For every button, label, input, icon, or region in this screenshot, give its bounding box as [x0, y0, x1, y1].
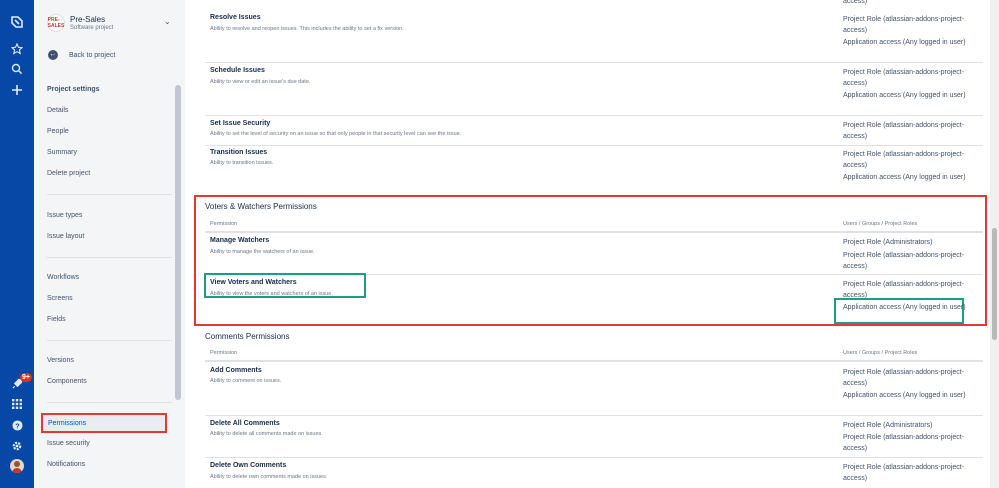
arrow-left-icon: ←: [48, 50, 58, 60]
grant-role-addons: Project Role (atlassian-addons-project-a…: [843, 434, 964, 452]
sidebar-item-components[interactable]: Components: [47, 378, 87, 385]
svg-text:?: ?: [15, 421, 20, 430]
help-icon[interactable]: ?: [8, 416, 26, 434]
back-label: Back to project: [69, 51, 116, 59]
sidebar-item-summary[interactable]: Summary: [47, 149, 77, 156]
back-to-project-link[interactable]: ← Back to project: [48, 50, 115, 60]
permission-name: Transition Issues: [210, 149, 268, 156]
search-icon[interactable]: [8, 60, 26, 78]
permission-description: Ability to delete own comments made on i…: [210, 474, 328, 480]
sidebar-item-issue-layout[interactable]: Issue layout: [47, 233, 84, 240]
column-header-permission: Permission: [210, 221, 238, 227]
page-scrollbar[interactable]: [990, 0, 999, 488]
grant-app-access: Application access (Any logged in user): [843, 392, 966, 399]
column-header-users: Users / Groups / Project Roles: [843, 221, 918, 227]
project-logo: PRE-SALES: [47, 14, 65, 32]
grant-app-access: Application access (Any logged in user): [843, 39, 966, 46]
sidebar-item-versions[interactable]: Versions: [47, 357, 74, 364]
grant-role-addons: Project Role (atlassian-addons-project-a…: [843, 252, 964, 270]
permission-description: Ability to comment on issues.: [210, 378, 282, 384]
permission-name: Add Comments: [210, 367, 262, 374]
section-title: Comments Permissions: [205, 332, 290, 341]
grant-role-admins: Project Role (Administrators): [843, 239, 933, 246]
sidebar-item-issue-types[interactable]: Issue types: [47, 212, 82, 219]
section-title: Voters & Watchers Permissions: [205, 202, 317, 211]
grant-app-access: Application access (Any logged in user): [843, 304, 966, 311]
permission-description: Ability to delete all comments made on i…: [210, 431, 323, 437]
sidebar-scrollbar[interactable]: [175, 85, 181, 400]
permission-description: Ability to transition issues.: [210, 160, 274, 166]
global-navigation: 9+ ?: [0, 0, 34, 488]
permission-name: Set Issue Security: [210, 120, 271, 127]
permission-name: Resolve Issues: [210, 14, 261, 21]
permission-name: Delete Own Comments: [210, 462, 287, 469]
chevron-down-icon[interactable]: ⌄: [164, 17, 171, 26]
create-icon[interactable]: [8, 81, 26, 99]
permission-name: Delete All Comments: [210, 420, 280, 427]
permission-name: Manage Watchers: [210, 237, 270, 244]
grant-role-addons: Project Role (atlassian-addons-project-a…: [843, 69, 964, 87]
permission-description: Ability to view or edit an issue's due d…: [210, 79, 311, 85]
column-header-permission: Permission: [210, 350, 238, 356]
project-type: Software project: [70, 25, 114, 31]
row-divider: [205, 145, 983, 146]
grant-app-access: Application access (Any logged in user): [843, 174, 966, 181]
project-sidebar: PRE-SALES Pre-Sales Software project ⌄ ←…: [34, 0, 185, 488]
row-divider: [205, 62, 983, 63]
sidebar-heading: Project settings: [47, 86, 100, 93]
sidebar-item-people[interactable]: People: [47, 128, 69, 135]
header-divider: [205, 231, 983, 233]
grant-app-access: Application access (Any logged in user): [843, 92, 966, 99]
sidebar-divider: [47, 194, 172, 195]
sidebar-item-permissions[interactable]: Permissions: [41, 413, 167, 433]
sidebar-item-screens[interactable]: Screens: [47, 295, 73, 302]
permission-name: View Voters and Watchers: [210, 279, 297, 286]
sidebar-divider: [47, 340, 172, 341]
grant-role-addons-cut: access): [843, 0, 868, 5]
sidebar-item-notifications[interactable]: Notifications: [47, 461, 85, 468]
grant-role-addons: Project Role (atlassian-addons-project-a…: [843, 122, 964, 140]
grant-role-addons: Project Role (atlassian-addons-project-a…: [843, 16, 964, 34]
sidebar-item-workflows[interactable]: Workflows: [47, 274, 79, 281]
jira-logo-icon[interactable]: [8, 13, 26, 31]
column-header-users: Users / Groups / Project Roles: [843, 350, 918, 356]
permission-description: Ability to resolve and reopen issues. Th…: [210, 26, 404, 32]
sidebar-divider: [47, 402, 172, 403]
sidebar-item-issue-security[interactable]: Issue security: [47, 440, 90, 447]
notification-badge: 9+: [20, 373, 32, 382]
row-divider: [205, 115, 983, 116]
sidebar-item-fields[interactable]: Fields: [47, 316, 66, 323]
grant-role-admins: Project Role (Administrators): [843, 422, 933, 429]
sidebar-divider: [47, 257, 172, 258]
grant-role-addons: Project Role (atlassian-addons-project-a…: [843, 464, 964, 482]
sidebar-item-delete-project[interactable]: Delete project: [47, 170, 90, 177]
project-name[interactable]: Pre-Sales: [70, 15, 105, 24]
row-divider: [205, 457, 983, 458]
permission-description: Ability to manage the watchers of an iss…: [210, 249, 315, 255]
permission-description: Ability to set the level of security on …: [210, 131, 462, 137]
sidebar-item-label: Permissions: [48, 420, 87, 427]
scrollbar-thumb[interactable]: [992, 228, 997, 340]
permission-name: Schedule Issues: [210, 67, 265, 74]
app-switcher-icon[interactable]: [8, 395, 26, 413]
header-divider: [205, 360, 983, 362]
star-icon[interactable]: [8, 40, 26, 58]
grant-role-addons: Project Role (atlassian-addons-project-a…: [843, 151, 964, 169]
user-avatar[interactable]: [10, 459, 24, 473]
row-divider: [205, 415, 983, 416]
permissions-content: access) Resolve Issues Ability to resolv…: [185, 0, 999, 488]
sidebar-item-details[interactable]: Details: [47, 107, 68, 114]
permission-description: Ability to view the voters and watchers …: [210, 291, 333, 297]
grant-role-addons: Project Role (atlassian-addons-project-a…: [843, 369, 964, 387]
settings-gear-icon[interactable]: [8, 437, 26, 455]
